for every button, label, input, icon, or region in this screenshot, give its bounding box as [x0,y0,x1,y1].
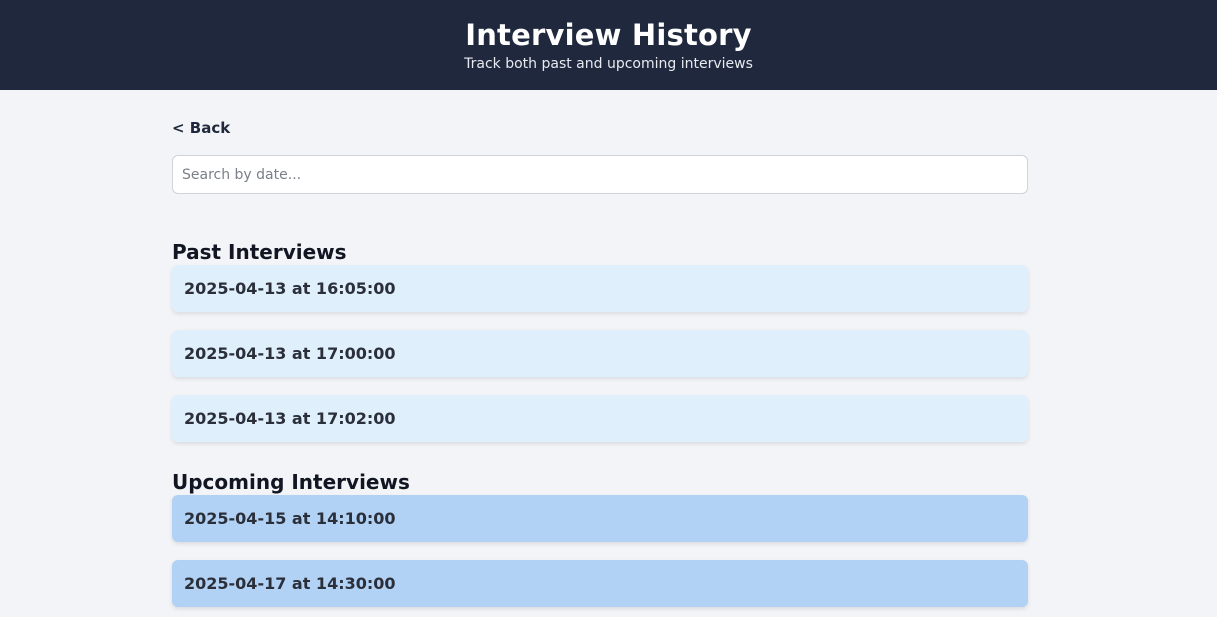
past-interview-item[interactable]: 2025-04-13 at 17:02:00 [172,395,1028,442]
page-title: Interview History [465,18,752,52]
past-interviews-heading: Past Interviews [172,240,347,264]
past-interview-item[interactable]: 2025-04-13 at 16:05:00 [172,265,1028,312]
interview-datetime: 2025-04-17 at 14:30:00 [184,574,396,593]
page-header: Interview History Track both past and up… [0,0,1217,90]
upcoming-interview-item[interactable]: 2025-04-15 at 14:10:00 [172,495,1028,542]
back-link[interactable]: < Back [172,118,230,138]
upcoming-interview-item[interactable]: 2025-04-17 at 14:30:00 [172,560,1028,607]
page-subtitle: Track both past and upcoming interviews [464,56,753,72]
past-interview-item[interactable]: 2025-04-13 at 17:00:00 [172,330,1028,377]
interview-datetime: 2025-04-13 at 17:00:00 [184,344,396,363]
upcoming-interviews-heading: Upcoming Interviews [172,470,410,494]
search-input[interactable] [172,155,1028,194]
interview-datetime: 2025-04-13 at 17:02:00 [184,409,396,428]
interview-datetime: 2025-04-15 at 14:10:00 [184,509,396,528]
interview-datetime: 2025-04-13 at 16:05:00 [184,279,396,298]
